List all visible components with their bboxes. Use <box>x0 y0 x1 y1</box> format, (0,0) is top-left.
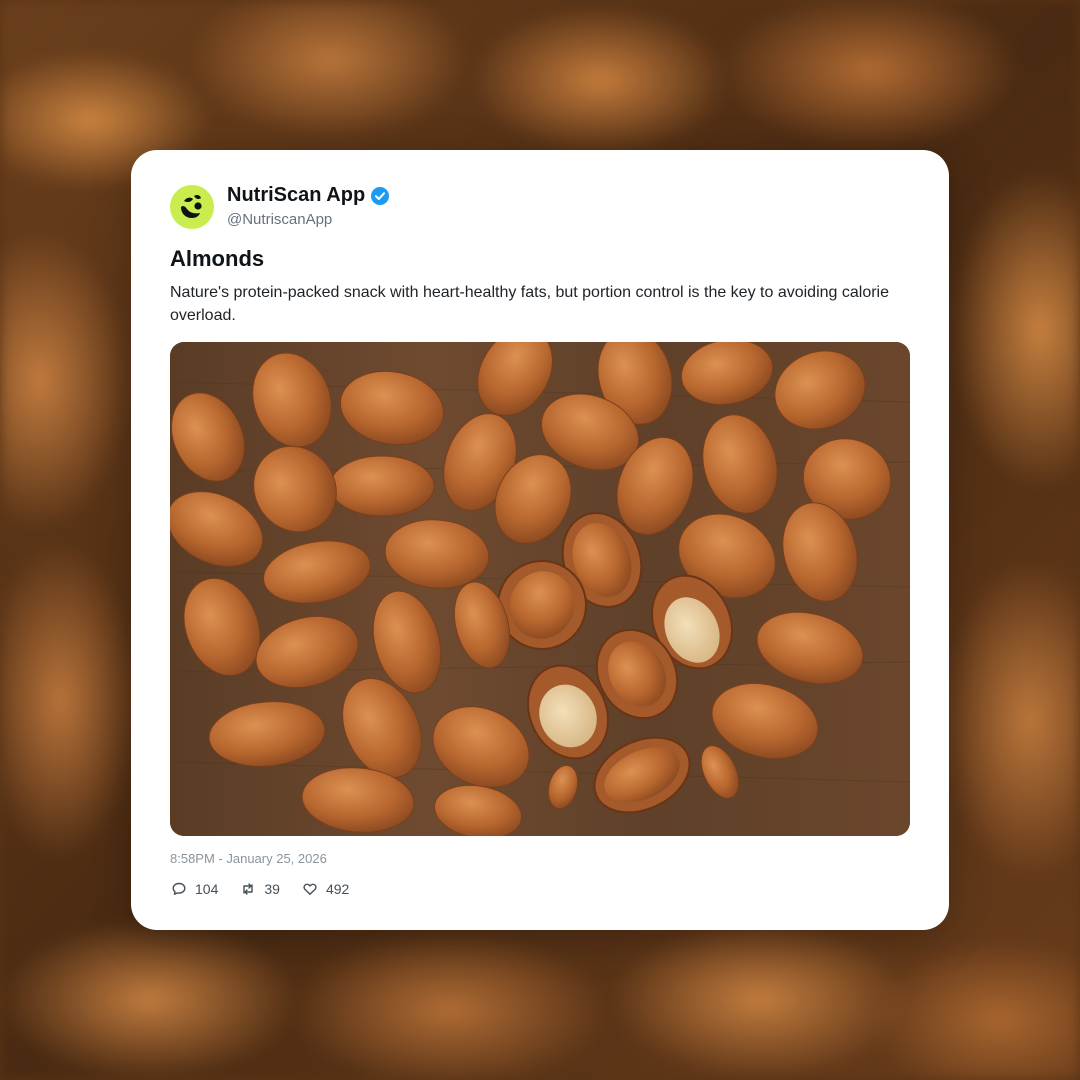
nutriscan-logo-icon <box>181 194 202 218</box>
verified-badge-icon <box>371 186 390 205</box>
post-body: Nature's protein-packed snack with heart… <box>170 284 889 324</box>
repost-button[interactable]: 39 <box>240 881 280 897</box>
speech-bubble-icon <box>172 882 186 895</box>
almonds-illustration <box>170 342 910 836</box>
post-timestamp: 8:58PM - January 25, 2026 <box>170 851 327 866</box>
avatar[interactable] <box>170 185 214 229</box>
post-image[interactable] <box>170 342 910 836</box>
post-title: Almonds <box>170 246 265 271</box>
heart-icon <box>303 883 317 895</box>
post-card: NutriScan App @NutriscanApp Almonds Natu… <box>131 150 949 930</box>
author-name[interactable]: NutriScan App <box>227 184 365 207</box>
repost-arrows-icon <box>243 883 254 895</box>
repost-count: 39 <box>264 881 280 897</box>
reply-count: 104 <box>195 881 219 897</box>
like-count: 492 <box>325 881 350 897</box>
like-button[interactable]: 492 <box>302 881 349 897</box>
author-row: NutriScan App <box>227 184 390 207</box>
author-handle[interactable]: @NutriscanApp <box>227 211 332 228</box>
engagement-bar: 104 39 492 <box>171 881 371 897</box>
reply-button[interactable]: 104 <box>171 881 218 897</box>
